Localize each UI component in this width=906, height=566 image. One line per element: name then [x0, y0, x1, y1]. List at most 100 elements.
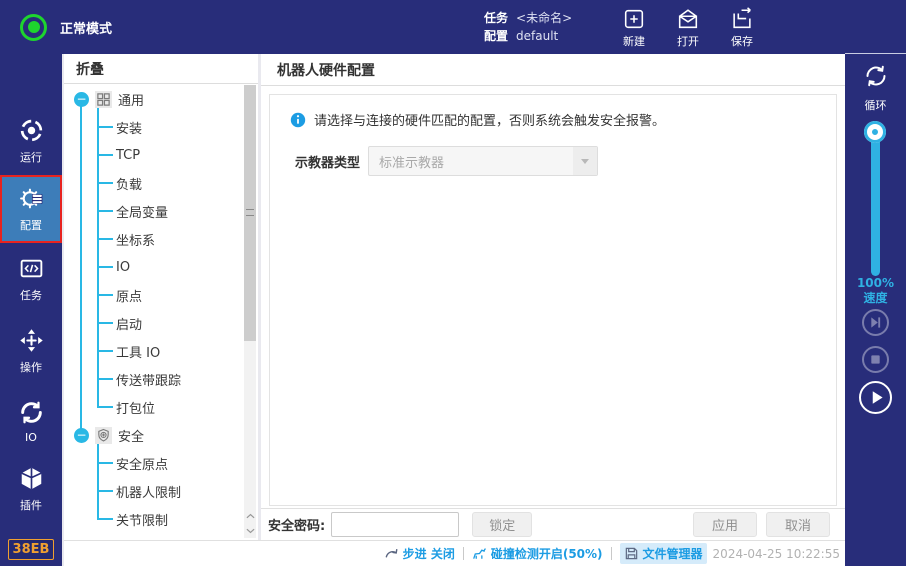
speed-slider-track[interactable]	[871, 130, 880, 276]
tree-group-0[interactable]: 通用	[64, 85, 242, 113]
tree-item[interactable]: IO	[64, 253, 242, 281]
tree-item-label: IO	[116, 260, 130, 275]
topbar-action-save[interactable]: 保存	[730, 7, 754, 49]
speed-slider-handle[interactable]	[864, 121, 886, 143]
sidebar-item-label: 操作	[20, 359, 42, 375]
plugin-icon	[18, 465, 45, 492]
collapse-all-button[interactable]: 折叠	[64, 54, 258, 84]
tree-item-label: TCP	[116, 148, 140, 163]
tree-rows: 通用安装 TCP 负载全局变量坐标系 IO 原点启动工具 IO 传送带跟踪打包位安全安全原…	[64, 85, 242, 540]
tree-item-label: 关节限制	[116, 510, 168, 529]
pendant-type-select[interactable]: 标准示教器	[368, 146, 598, 176]
sidebar-item-run[interactable]: 运行	[0, 112, 62, 170]
scrollbar-thumb[interactable]	[244, 85, 256, 341]
sidebar-item-plugin[interactable]: 插件	[0, 460, 62, 518]
stop-button[interactable]	[862, 346, 889, 373]
speed-readout: 100% 速度	[845, 276, 906, 306]
sidebar-item-label: 配置	[20, 217, 42, 233]
tree-scrollbar[interactable]	[244, 85, 256, 538]
collision-detect-status[interactable]: 碰撞检测开启(50%)	[472, 545, 603, 562]
config-icon	[18, 185, 45, 212]
file-manager-button[interactable]: 文件管理器	[620, 543, 707, 564]
topbar-action-open[interactable]: 打开	[676, 7, 700, 49]
collision-icon	[472, 546, 487, 561]
collapse-toggle-icon[interactable]	[74, 428, 89, 443]
tree-item-label: 安装	[116, 118, 142, 137]
file-manager-label: 文件管理器	[643, 545, 703, 562]
task-value: <未命名>	[516, 9, 572, 27]
scroll-down-button[interactable]	[244, 523, 256, 538]
tree-item-label: 坐标系	[116, 230, 155, 249]
tree-item[interactable]: 工具 IO	[64, 337, 242, 365]
tree-item[interactable]: 打包位	[64, 393, 242, 421]
sidebar-item-operate[interactable]: 操作	[0, 322, 62, 380]
page-title: 机器人硬件配置	[261, 54, 845, 86]
sidebar-item-config[interactable]: 配置	[0, 175, 62, 243]
tree-item[interactable]: 原点	[64, 281, 242, 309]
tree-item[interactable]: 安全原点	[64, 449, 242, 477]
step-mode-label: 步进 关闭	[403, 545, 455, 562]
shield-icon	[95, 427, 112, 444]
config-label: 配置	[484, 27, 508, 45]
tree-item-label: 安全原点	[116, 454, 168, 473]
tree-item[interactable]: 关节限制	[64, 505, 242, 533]
tree-item-label: 原点	[116, 286, 142, 305]
step-forward-icon	[869, 316, 882, 329]
play-icon	[869, 390, 884, 405]
config-value: default	[516, 27, 558, 45]
right-control-panel: 循环 100% 速度	[845, 0, 906, 566]
tree-item[interactable]: 坐标系	[64, 225, 242, 253]
mode-indicator: 正常模式	[20, 0, 112, 54]
cancel-button[interactable]: 取消	[766, 512, 830, 537]
main-panel: 机器人硬件配置 请选择与连接的硬件匹配的配置，否则系统会触发安全报警。 示教器类…	[261, 54, 845, 540]
task-config-info: 任务 <未命名> 配置 default	[484, 9, 572, 45]
collision-detect-label: 碰撞检测开启(50%)	[491, 545, 603, 562]
collapse-toggle-icon[interactable]	[74, 92, 89, 107]
mode-label: 正常模式	[60, 18, 112, 37]
sidebar-item-label: 运行	[20, 149, 42, 165]
lock-button[interactable]: 锁定	[472, 512, 532, 537]
tree-item[interactable]: 负载	[64, 169, 242, 197]
statusbar: 步进 关闭 碰撞检测开启(50%) 文件管理器 2024-04-25 10:22…	[64, 540, 845, 566]
topbar-action-new[interactable]: 新建	[622, 7, 646, 49]
tree-group-label: 通用	[118, 90, 144, 109]
new-file-icon	[622, 7, 646, 31]
topbar-action-label: 新建	[623, 33, 645, 49]
tree-item-label: 负载	[116, 174, 142, 193]
sidebar-item-label: 插件	[20, 497, 42, 513]
step-forward-button[interactable]	[862, 309, 889, 336]
step-arrow-icon	[384, 546, 399, 561]
tree-item[interactable]: 全局变量	[64, 197, 242, 225]
tree-item[interactable]: 机器人限制	[64, 477, 242, 505]
pendant-type-field: 示教器类型 标准示教器	[295, 146, 598, 176]
topbar: 正常模式 任务 <未命名> 配置 default 新建 打开 保存	[0, 0, 906, 54]
clock-timestamp: 2024-04-25 10:22:55	[713, 547, 840, 561]
tree-item[interactable]: TCP	[64, 141, 242, 169]
tree-item-label: 传送带跟踪	[116, 370, 181, 389]
pendant-type-value: 标准示教器	[379, 152, 444, 171]
info-icon	[290, 112, 306, 128]
tree-item[interactable]: 传送带跟踪	[64, 365, 242, 393]
topbar-action-label: 打开	[677, 33, 699, 49]
step-mode-status[interactable]: 步进 关闭	[384, 545, 455, 562]
tree-connector-line	[97, 443, 99, 519]
tree-item[interactable]: 启动	[64, 309, 242, 337]
grid-icon	[95, 91, 112, 108]
tree-item-label: 工具 IO	[116, 342, 160, 361]
tree-group-1[interactable]: 安全	[64, 421, 242, 449]
operate-icon	[18, 327, 45, 354]
tree-item[interactable]: 安装	[64, 113, 242, 141]
sidebar-item-io[interactable]: IO	[0, 392, 62, 450]
sidebar-item-label: IO	[25, 431, 37, 444]
apply-button[interactable]: 应用	[693, 512, 757, 537]
sidebar-item-task[interactable]: 任务	[0, 250, 62, 308]
topbar-action-label: 保存	[731, 33, 753, 49]
chevron-down-icon	[573, 147, 597, 175]
pendant-type-label: 示教器类型	[295, 152, 368, 171]
loop-button[interactable]: 循环	[845, 62, 906, 113]
status-code-badge: 38EB	[8, 539, 54, 560]
scroll-up-button[interactable]	[244, 508, 256, 523]
run-icon	[18, 117, 45, 144]
play-button[interactable]	[859, 381, 892, 414]
password-input[interactable]	[331, 512, 459, 537]
